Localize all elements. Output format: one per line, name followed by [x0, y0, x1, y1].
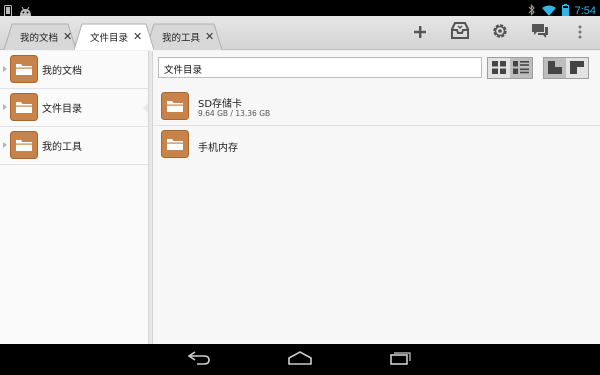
file-row-sd-card[interactable]: SD存储卡 9.64 GB / 13.36 GB — [153, 88, 600, 126]
expand-arrow-icon[interactable] — [3, 142, 7, 148]
tree-item-label: 我的工具 — [42, 142, 82, 153]
tree-item-my-tools[interactable]: 我的工具 — [0, 127, 148, 165]
tree-item-file-directory[interactable]: 文件目录 — [0, 89, 149, 127]
tab-file-directory[interactable]: 文件目录 ✕ — [74, 23, 154, 50]
status-bar: 7:54 — [0, 0, 600, 17]
recents-icon — [390, 350, 412, 369]
storage-usage: 9.64 GB / 13.36 GB — [198, 109, 271, 118]
gear-icon — [491, 22, 509, 44]
settings-button[interactable] — [480, 16, 520, 50]
folder-icon — [10, 93, 38, 125]
tab-my-tools[interactable]: 我的工具 ✕ — [146, 23, 222, 50]
back-icon — [187, 350, 211, 369]
expand-arrow-icon[interactable] — [3, 66, 7, 72]
plus-icon — [413, 24, 427, 43]
close-icon[interactable]: ✕ — [63, 31, 72, 42]
app-window: 我的文档 ✕ 我的工具 ✕ 文件目录 ✕ 我的文档 文件目录 我的工具 文件目录… — [0, 16, 600, 344]
close-icon[interactable]: ✕ — [133, 31, 142, 42]
tree-item-label: 文件目录 — [42, 104, 82, 115]
chat-icon — [531, 23, 549, 43]
file-name: SD存储卡 — [198, 99, 243, 110]
inbox-button[interactable] — [440, 16, 480, 50]
folder-icon — [161, 92, 189, 124]
inbox-icon — [450, 22, 470, 44]
expand-arrow-icon[interactable] — [3, 104, 7, 110]
view-mode-toggle — [487, 57, 533, 79]
chat-button[interactable] — [520, 16, 560, 50]
file-name: 手机内存 — [198, 143, 238, 154]
home-button[interactable] — [288, 350, 312, 368]
folder-tree-pane: 我的文档 文件目录 我的工具 — [0, 51, 149, 344]
file-row-internal-storage[interactable]: 手机内存 — [153, 126, 600, 164]
home-icon — [288, 350, 312, 369]
grid-view-icon — [492, 59, 506, 78]
tab-label: 我的工具 — [162, 32, 201, 44]
folder-icon — [161, 130, 189, 162]
navigation-bar — [0, 344, 600, 375]
overflow-menu-button[interactable] — [560, 16, 600, 50]
back-button[interactable] — [187, 350, 211, 368]
close-icon[interactable]: ✕ — [205, 31, 214, 42]
pane-layout-toggle — [543, 57, 589, 79]
detail-list-view-icon — [513, 59, 529, 78]
tab-bar: 我的文档 ✕ 我的工具 ✕ 文件目录 ✕ — [0, 16, 600, 50]
tab-my-documents[interactable]: 我的文档 ✕ — [4, 23, 76, 50]
detail-list-view-button[interactable] — [510, 58, 532, 78]
folder-icon — [10, 131, 38, 163]
recents-button[interactable] — [389, 350, 413, 368]
single-pane-icon — [548, 59, 562, 78]
add-button[interactable] — [400, 16, 440, 50]
grid-view-button[interactable] — [488, 58, 510, 78]
tab-label: 文件目录 — [90, 32, 129, 44]
tree-item-label: 我的文档 — [42, 66, 82, 77]
file-list-pane: 文件目录 SD存储卡 9.64 GB / 13.36 GB 手机内存 — [153, 51, 600, 344]
dual-pane-button[interactable] — [566, 58, 588, 78]
dual-pane-icon — [570, 59, 584, 78]
tab-label: 我的文档 — [20, 32, 59, 44]
overflow-menu-icon — [578, 24, 582, 43]
tree-item-my-documents[interactable]: 我的文档 — [0, 51, 148, 89]
single-pane-button[interactable] — [544, 58, 566, 78]
action-bar — [400, 16, 600, 50]
path-field[interactable]: 文件目录 — [158, 57, 482, 78]
folder-icon — [10, 55, 38, 87]
